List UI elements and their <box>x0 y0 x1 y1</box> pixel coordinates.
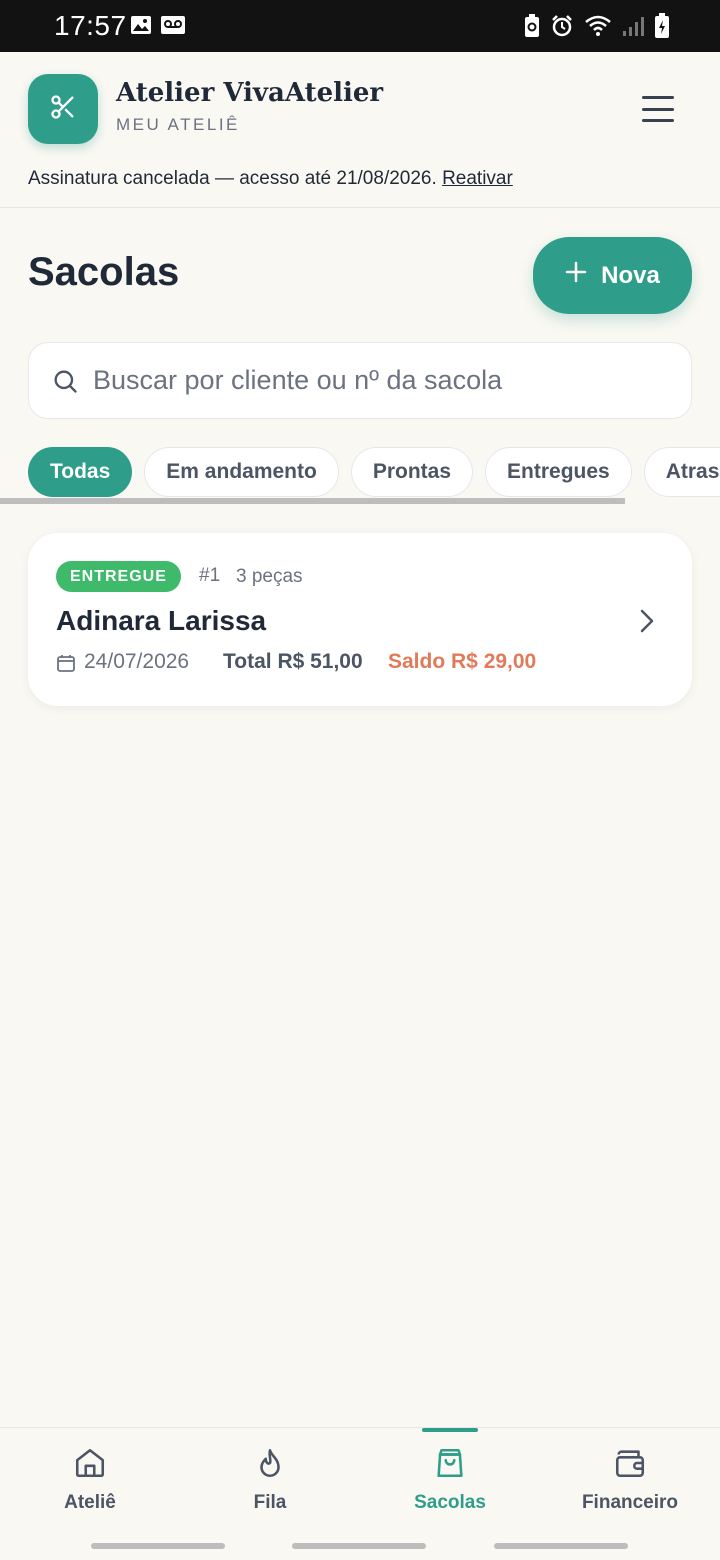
brand-subtitle: MEU ATELIÊ <box>116 115 240 134</box>
bag-pieces: 3 peças <box>236 566 303 587</box>
bag-balance: Saldo R$ 29,00 <box>388 650 537 673</box>
bag-number: #1 <box>199 565 221 586</box>
filter-chip-prontas[interactable]: Prontas <box>350 447 474 497</box>
nav-label-fila: Fila <box>253 1492 287 1513</box>
search-icon <box>51 367 79 400</box>
shopping-bag-icon <box>433 1446 467 1482</box>
voicemail-icon <box>160 15 186 40</box>
nav-label-sacolas: Sacolas <box>414 1492 486 1513</box>
logo-badge <box>28 74 98 144</box>
subscription-notice: Assinatura cancelada — acesso até 21/08/… <box>28 168 513 190</box>
nav-label-atelie: Ateliê <box>64 1492 116 1513</box>
status-right-icons <box>524 13 670 44</box>
gesture-navigation-bar[interactable] <box>0 1543 720 1551</box>
nav-item-atelie[interactable]: Ateliê <box>0 1428 180 1528</box>
signal-icon <box>622 15 644 42</box>
new-button-label: Nova <box>601 261 660 289</box>
calendar-icon <box>56 653 76 678</box>
wifi-icon <box>584 15 612 42</box>
app-header: Atelier VivaAtelier MEU ATELIÊ Assinatur… <box>0 52 720 208</box>
home-icon <box>73 1446 107 1482</box>
client-name: Adinara Larissa <box>56 605 267 636</box>
page-title: Sacolas <box>28 250 180 294</box>
status-badge: ENTREGUE <box>56 561 181 592</box>
battery-saver-icon <box>524 14 540 43</box>
nav-item-fila[interactable]: Fila <box>180 1428 360 1528</box>
brand-name: Atelier VivaAtelier <box>116 78 384 108</box>
flame-icon <box>253 1446 287 1482</box>
nav-label-financeiro: Financeiro <box>581 1492 679 1513</box>
filter-chip-atrasadas[interactable]: Atrasadas <box>643 447 720 497</box>
filter-chips: TodasEm andamentoProntasEntreguesAtrasad… <box>28 447 720 497</box>
new-bag-button[interactable]: Nova <box>533 237 692 314</box>
status-left-icons <box>130 15 186 40</box>
search-box <box>28 342 692 419</box>
filter-chip-entregues[interactable]: Entregues <box>485 447 632 497</box>
alarm-icon <box>550 14 574 43</box>
nav-item-financeiro[interactable]: Financeiro <box>540 1428 720 1528</box>
filter-chip-em-andamento[interactable]: Em andamento <box>144 447 339 497</box>
bag-date: 24/07/2026 <box>84 650 190 673</box>
battery-charging-icon <box>654 13 670 44</box>
status-bar: 17:57 <box>0 0 720 52</box>
wallet-icon <box>613 1446 647 1482</box>
search-input[interactable] <box>93 343 683 418</box>
bag-card[interactable]: ENTREGUE #1 3 peças Adinara Larissa 24/0… <box>28 533 692 706</box>
status-time: 17:57 <box>54 10 127 41</box>
bag-total: Total R$ 51,00 <box>223 650 363 673</box>
reactivate-link[interactable]: Reativar <box>442 168 513 189</box>
nav-item-sacolas[interactable]: Sacolas <box>360 1428 540 1528</box>
chevron-right-icon[interactable] <box>636 608 658 639</box>
notice-text: Assinatura cancelada — acesso até 21/08/… <box>28 168 437 189</box>
image-icon <box>130 15 152 40</box>
plus-icon <box>565 261 587 290</box>
bottom-nav: Ateliê Fila Sacolas Financeiro <box>0 1427 720 1560</box>
hamburger-menu-icon[interactable] <box>638 92 678 126</box>
chips-scrollbar[interactable] <box>0 498 625 504</box>
filter-chip-todas[interactable]: Todas <box>28 447 133 497</box>
scissors-icon <box>49 93 77 126</box>
